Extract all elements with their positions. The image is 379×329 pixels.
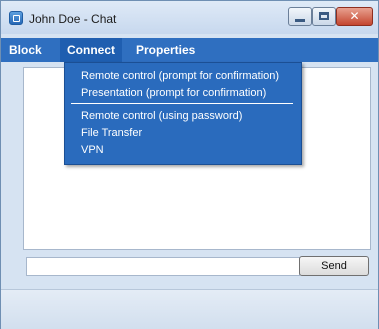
connect-dropdown-menu: Remote control (prompt for confirmation)… bbox=[64, 62, 302, 165]
status-bar bbox=[1, 289, 378, 329]
send-button[interactable]: Send bbox=[299, 256, 369, 276]
title-bar[interactable]: John Doe - Chat ✕ bbox=[1, 1, 378, 34]
menu-separator bbox=[71, 103, 293, 104]
menu-item-remote-control-prompt[interactable]: Remote control (prompt for confirmation) bbox=[81, 70, 279, 82]
minimize-button[interactable] bbox=[288, 7, 312, 26]
close-icon: ✕ bbox=[349, 9, 360, 23]
minimize-icon bbox=[295, 19, 305, 22]
window-title: John Doe - Chat bbox=[29, 12, 117, 26]
menu-item-vpn[interactable]: VPN bbox=[81, 144, 104, 156]
menu-item-presentation-prompt[interactable]: Presentation (prompt for confirmation) bbox=[81, 87, 266, 99]
menu-properties[interactable]: Properties bbox=[129, 38, 202, 62]
menu-bar: Block Connect Properties bbox=[1, 38, 378, 62]
app-icon bbox=[9, 11, 23, 25]
menu-item-file-transfer[interactable]: File Transfer bbox=[81, 127, 142, 139]
maximize-icon bbox=[319, 12, 329, 20]
menu-block[interactable]: Block bbox=[2, 38, 49, 62]
message-input[interactable] bbox=[26, 257, 300, 276]
maximize-button[interactable] bbox=[312, 7, 336, 26]
menu-connect[interactable]: Connect bbox=[60, 38, 122, 62]
menu-item-remote-control-password[interactable]: Remote control (using password) bbox=[81, 110, 242, 122]
chat-window: John Doe - Chat ✕ Block Connect Properti… bbox=[0, 0, 379, 329]
close-button[interactable]: ✕ bbox=[336, 7, 373, 26]
